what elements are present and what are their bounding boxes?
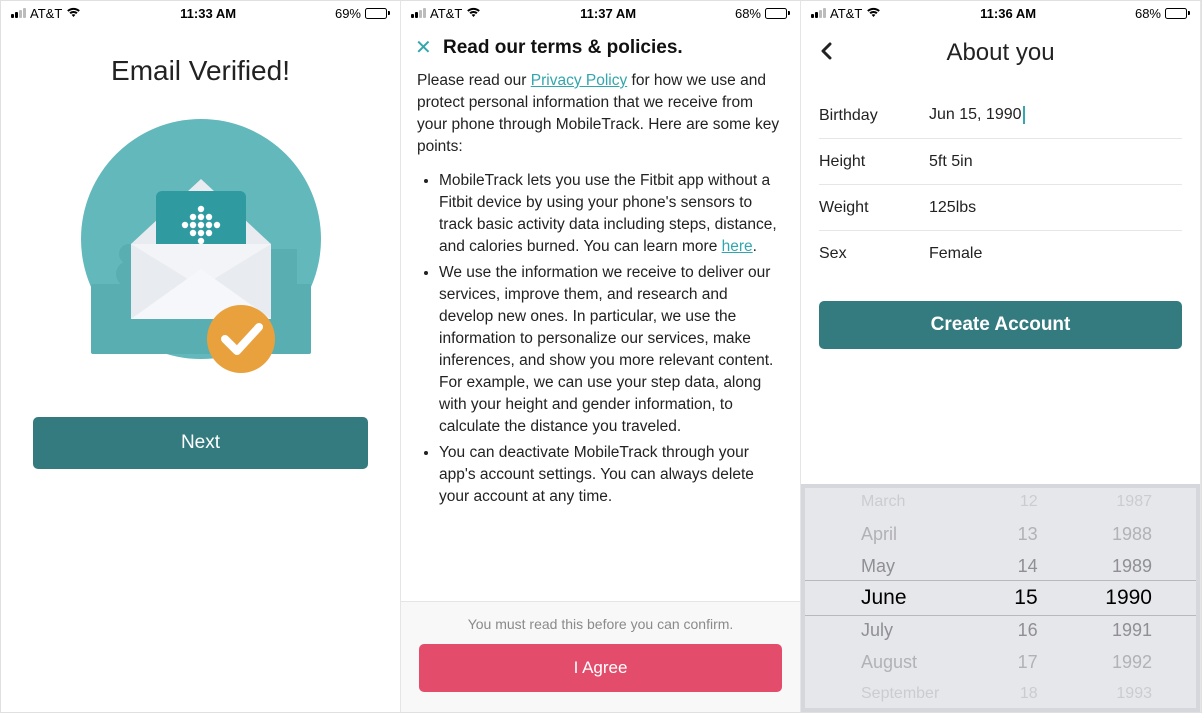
confirm-note: You must read this before you can confir… <box>419 616 782 632</box>
birthday-row[interactable]: Birthday Jun 15, 1990 <box>819 93 1182 139</box>
picker-option[interactable]: 16 <box>1018 614 1038 646</box>
field-value: Female <box>929 245 982 263</box>
sex-row[interactable]: Sex Female <box>819 231 1182 277</box>
signal-icon <box>811 8 826 18</box>
picker-day-column[interactable]: 12 13 14 15 16 17 18 <box>976 488 1064 708</box>
terms-footer: You must read this before you can confir… <box>401 601 800 712</box>
picker-option[interactable]: September <box>861 678 939 710</box>
privacy-policy-link[interactable]: Privacy Policy <box>531 72 627 89</box>
status-time: 11:37 AM <box>580 6 636 21</box>
date-picker[interactable]: March April May June July August Septemb… <box>801 484 1200 712</box>
battery-icon <box>1165 8 1190 19</box>
status-time: 11:33 AM <box>180 6 236 21</box>
field-label: Birthday <box>819 107 929 125</box>
picker-option[interactable]: 18 <box>1020 678 1038 710</box>
battery-percent: 68% <box>735 6 761 21</box>
wifi-icon <box>66 6 81 21</box>
field-value: 5ft 5in <box>929 153 973 171</box>
picker-option[interactable]: 1989 <box>1112 550 1152 582</box>
field-value: 125lbs <box>929 199 976 217</box>
picker-year-column[interactable]: 1987 1988 1989 1990 1991 1992 1993 <box>1064 488 1196 708</box>
agree-button[interactable]: I Agree <box>419 644 782 692</box>
envelope-illustration <box>1 109 400 389</box>
status-bar: AT&T 11:36 AM 68% <box>801 1 1200 25</box>
picker-option[interactable]: 17 <box>1018 646 1038 678</box>
picker-option[interactable]: 1993 <box>1116 678 1152 710</box>
wifi-icon <box>866 6 881 21</box>
terms-body: Please read our Privacy Policy for how w… <box>401 64 800 508</box>
picker-option[interactable]: August <box>861 646 917 678</box>
terms-bullet: We use the information we receive to del… <box>439 262 784 438</box>
picker-option[interactable]: April <box>861 518 897 550</box>
screen-about-you: AT&T 11:36 AM 68% About you Birthday Jun… <box>801 1 1201 712</box>
picker-option-selected[interactable]: 15 <box>1014 582 1037 614</box>
picker-option[interactable]: May <box>861 550 895 582</box>
field-label: Height <box>819 153 929 171</box>
page-title: Email Verified! <box>1 55 400 87</box>
status-bar: AT&T 11:33 AM 69% <box>1 1 400 25</box>
field-label: Sex <box>819 245 929 263</box>
picker-option[interactable]: 13 <box>1018 518 1038 550</box>
picker-option[interactable]: March <box>861 486 905 518</box>
signal-icon <box>11 8 26 18</box>
learn-more-link[interactable]: here <box>722 238 753 255</box>
carrier-label: AT&T <box>830 6 862 21</box>
battery-percent: 68% <box>1135 6 1161 21</box>
picker-option[interactable]: 1991 <box>1112 614 1152 646</box>
page-title: About you <box>849 39 1152 67</box>
weight-row[interactable]: Weight 125lbs <box>819 185 1182 231</box>
picker-option-selected[interactable]: 1990 <box>1105 582 1152 614</box>
screen-terms: AT&T 11:37 AM 68% ✕ Read our terms & pol… <box>401 1 801 712</box>
battery-icon <box>365 8 390 19</box>
status-time: 11:36 AM <box>980 6 1036 21</box>
create-account-button[interactable]: Create Account <box>819 301 1182 349</box>
battery-percent: 69% <box>335 6 361 21</box>
terms-bullet: You can deactivate MobileTrack through y… <box>439 442 784 508</box>
back-icon[interactable] <box>819 40 849 66</box>
profile-form: Birthday Jun 15, 1990 Height 5ft 5in Wei… <box>819 93 1182 277</box>
field-label: Weight <box>819 199 929 217</box>
picker-option[interactable]: 1987 <box>1116 486 1152 518</box>
screen-email-verified: AT&T 11:33 AM 69% Email Verified! <box>1 1 401 712</box>
status-bar: AT&T 11:37 AM 68% <box>401 1 800 25</box>
picker-option-selected[interactable]: June <box>861 582 907 614</box>
carrier-label: AT&T <box>30 6 62 21</box>
next-button[interactable]: Next <box>33 417 368 469</box>
close-icon[interactable]: ✕ <box>415 35 443 60</box>
picker-option[interactable]: 1988 <box>1112 518 1152 550</box>
wifi-icon <box>466 6 481 21</box>
intro-text: Please read our <box>417 72 531 89</box>
picker-option[interactable]: 14 <box>1018 550 1038 582</box>
field-value: Jun 15, 1990 <box>929 106 1025 124</box>
picker-month-column[interactable]: March April May June July August Septemb… <box>805 488 976 708</box>
picker-option[interactable]: July <box>861 614 893 646</box>
signal-icon <box>411 8 426 18</box>
terms-bullet: MobileTrack lets you use the Fitbit app … <box>439 170 784 258</box>
carrier-label: AT&T <box>430 6 462 21</box>
height-row[interactable]: Height 5ft 5in <box>819 139 1182 185</box>
page-title: Read our terms & policies. <box>443 37 786 59</box>
battery-icon <box>765 8 790 19</box>
text-cursor <box>1023 106 1025 124</box>
picker-option[interactable]: 12 <box>1020 486 1038 518</box>
picker-option[interactable]: 1992 <box>1112 646 1152 678</box>
